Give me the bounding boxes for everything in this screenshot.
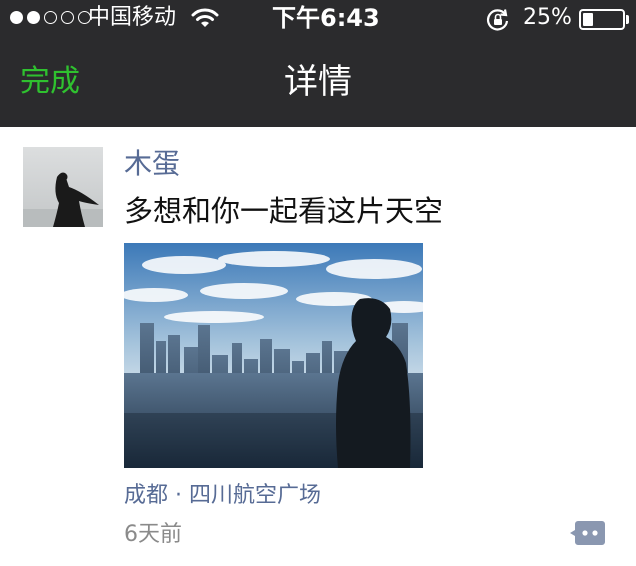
post-text: 多想和你一起看这片天空 (124, 194, 444, 228)
avatar[interactable] (23, 147, 103, 227)
battery-tip (626, 15, 629, 24)
battery-fill (583, 13, 593, 26)
wifi-icon (191, 7, 219, 33)
post-time: 6天前 (124, 522, 182, 547)
navigation-bar: 完成 详情 (0, 38, 636, 127)
battery-icon (579, 9, 625, 30)
post-photo[interactable] (124, 243, 423, 468)
battery-percent: 25% (523, 5, 572, 30)
page-title: 详情 (284, 62, 352, 102)
carrier-name: 中国移动 (88, 5, 177, 30)
signal-strength-icon (10, 11, 91, 24)
comment-more-icon[interactable] (568, 517, 608, 549)
post-location[interactable]: 成都 · 四川航空广场 (124, 482, 321, 510)
post-username[interactable]: 木蛋 (124, 147, 180, 181)
status-time: 下午6:43 (272, 4, 380, 32)
rotation-lock-icon (486, 8, 510, 36)
status-bar: 中国移动 下午6:43 25% (0, 0, 636, 38)
